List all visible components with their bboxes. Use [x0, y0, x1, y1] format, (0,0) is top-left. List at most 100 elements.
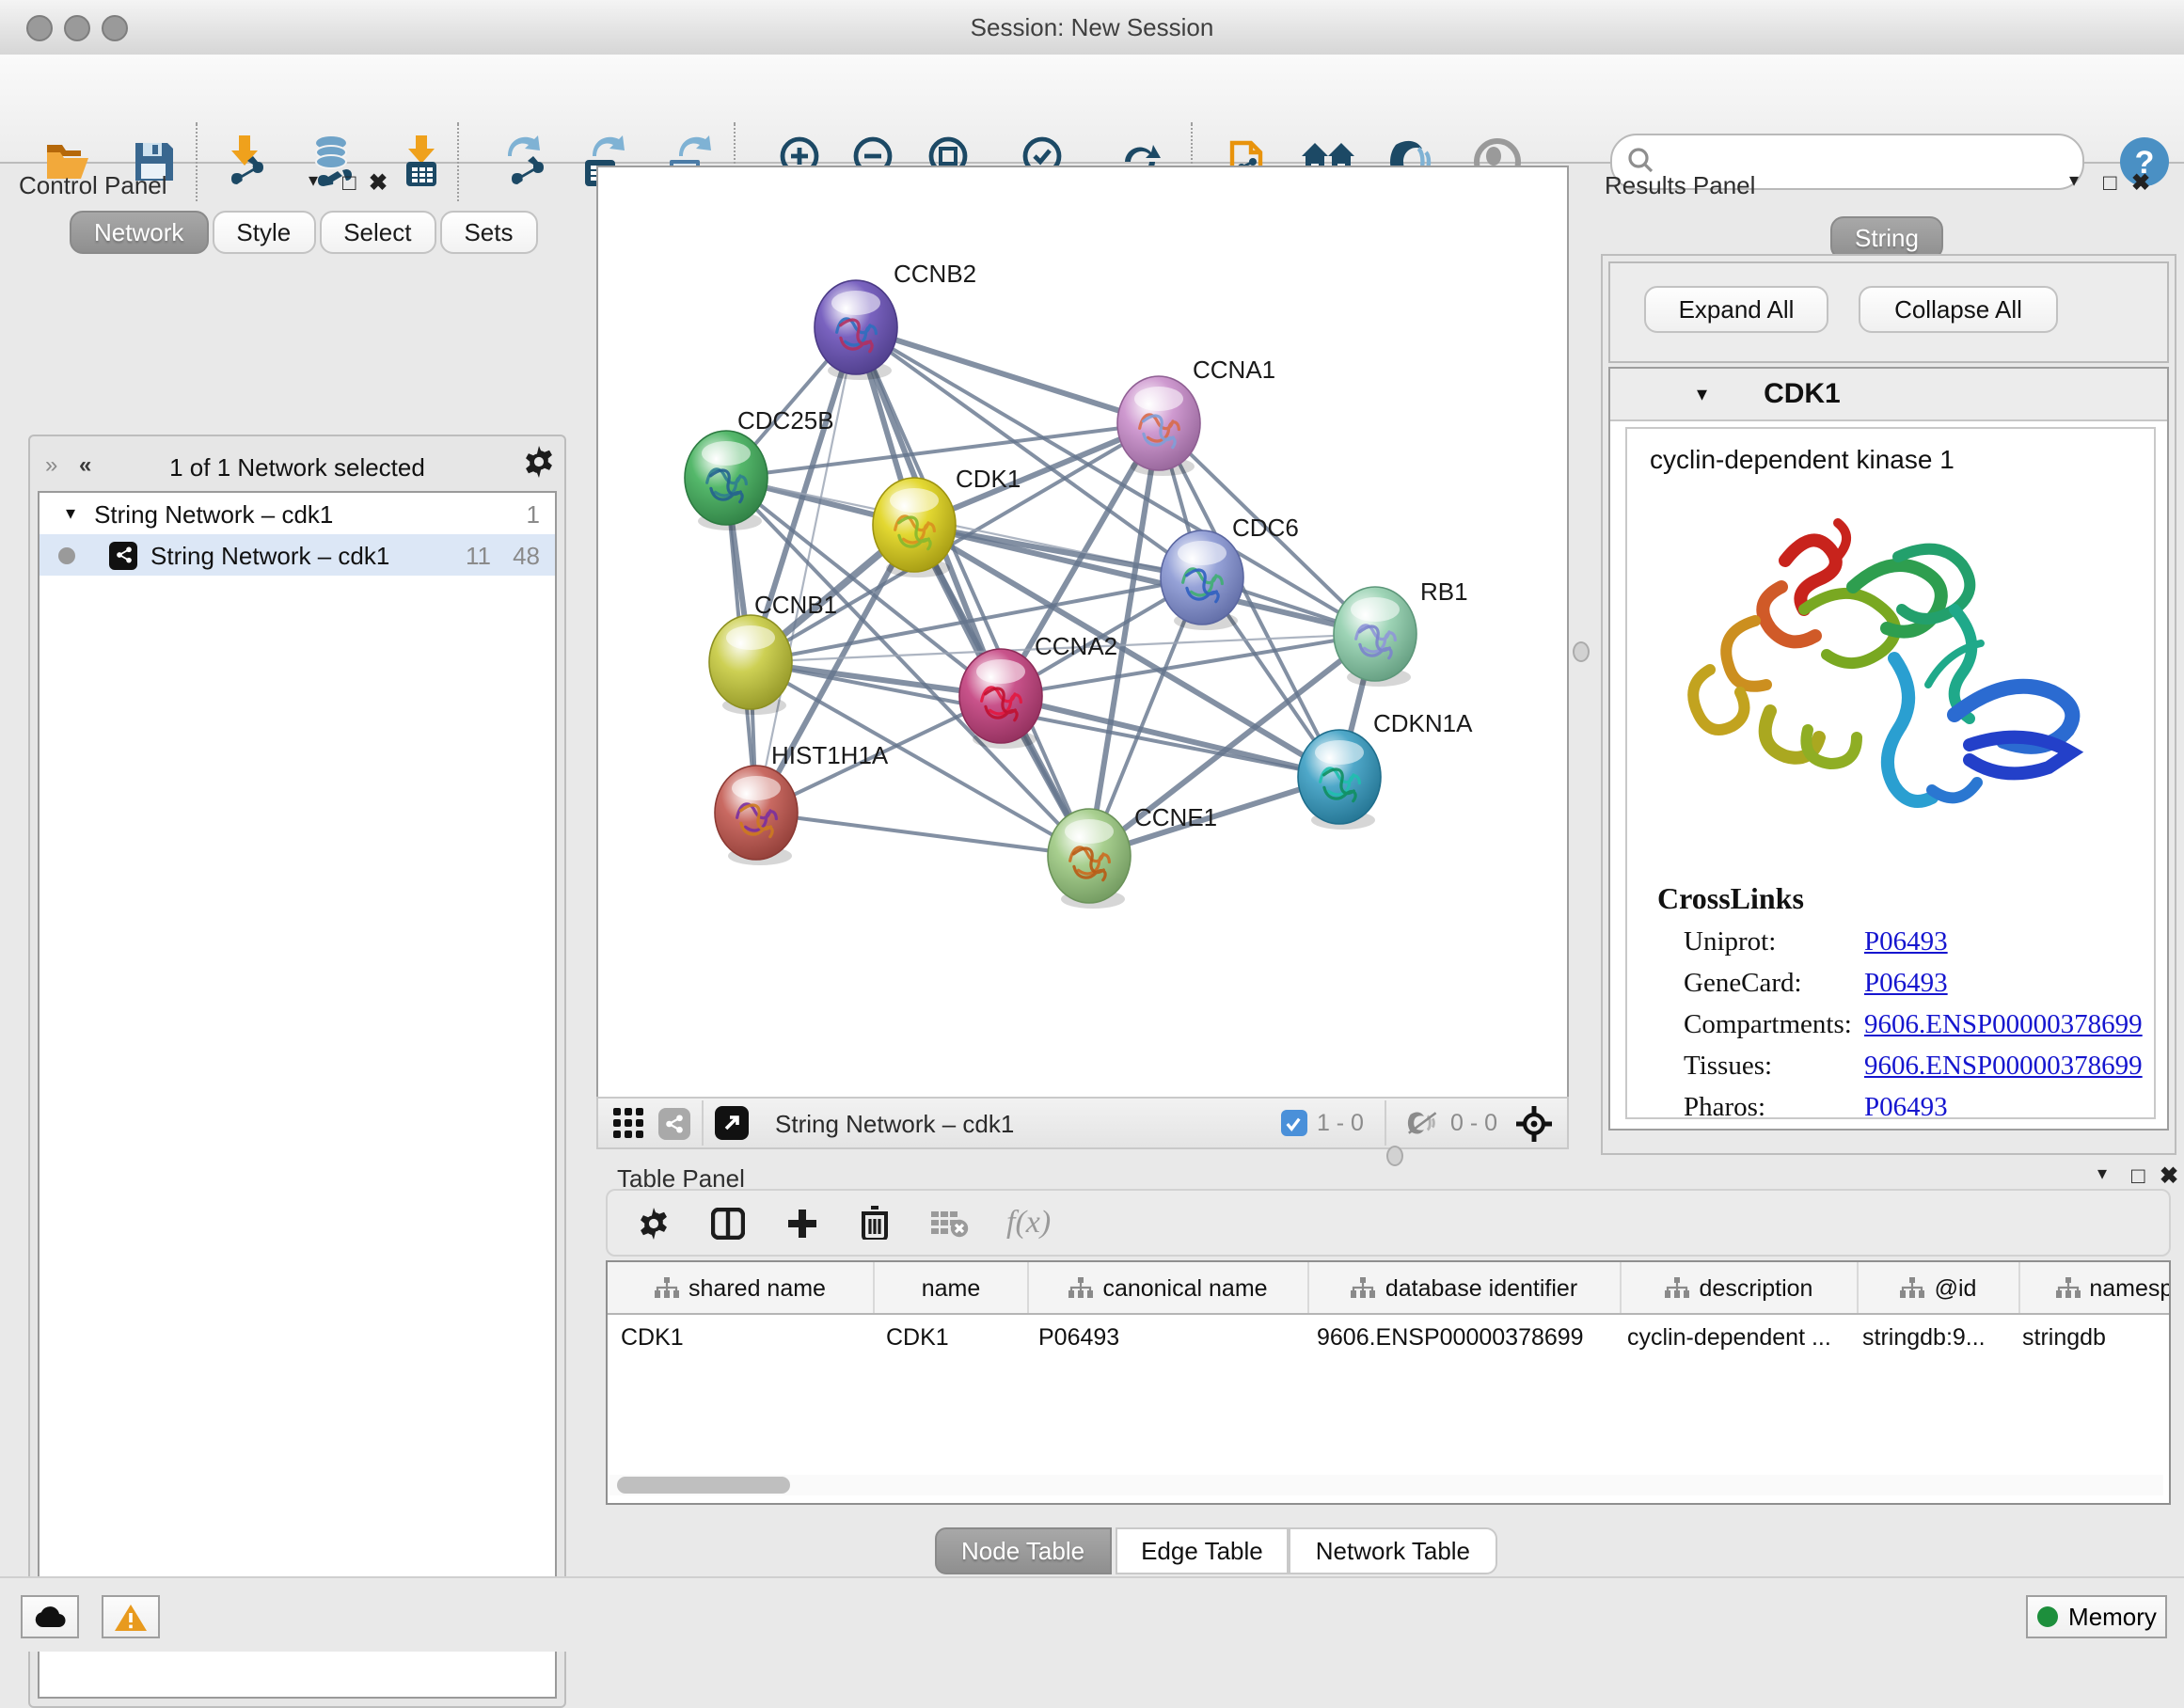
network-label: String Network – cdk1 — [150, 541, 389, 569]
crosslink-row: Pharos:P06493 — [1684, 1093, 2154, 1119]
table-cell[interactable]: stringdb:9... — [1849, 1324, 2009, 1351]
crosslinks-title: CrossLinks — [1657, 884, 2154, 918]
birds-eye-view-icon[interactable] — [613, 1108, 643, 1138]
tab-select[interactable]: Select — [319, 211, 435, 254]
panel-menu-icon[interactable]: ▾ — [309, 171, 318, 192]
node-CDKN1A[interactable]: CDKN1A — [1298, 709, 1473, 830]
node-table[interactable]: shared name name canonical name database id… — [606, 1260, 2171, 1505]
horizontal-scrollbar-thumb[interactable] — [617, 1477, 790, 1494]
column-header-label: description — [1700, 1274, 1813, 1301]
selected-checkbox-icon[interactable] — [1281, 1110, 1307, 1136]
column-header-label: @id — [1935, 1274, 1977, 1301]
table-tabs: Node TableEdge TableNetwork Table — [935, 1527, 1496, 1574]
title-bar: Session: New Session — [0, 0, 2184, 56]
node-label-CCNA1: CCNA1 — [1193, 356, 1275, 384]
float-panel-icon[interactable]: □ — [2131, 1162, 2145, 1189]
vertical-splitter-handle[interactable] — [1573, 641, 1590, 662]
open-in-new-window-icon[interactable] — [715, 1106, 749, 1140]
close-panel-icon[interactable]: ✖ — [369, 169, 388, 196]
table-cell[interactable]: cyclin-dependent ... — [1614, 1324, 1849, 1351]
tab-node-table[interactable]: Node Table — [935, 1527, 1111, 1574]
edge-CCNB2-CCNE1[interactable] — [856, 327, 1089, 856]
node-label-RB1: RB1 — [1420, 577, 1468, 606]
separator — [702, 1100, 704, 1146]
table-cell[interactable]: CDK1 — [608, 1324, 873, 1351]
tab-network[interactable]: Network — [70, 211, 208, 254]
column-header-shared-name[interactable]: shared name — [608, 1262, 875, 1313]
crosslink-link[interactable]: P06493 — [1864, 1093, 1948, 1119]
cdk1-result-section: ▾ CDK1 cyclin-dependent kinase 1 — [1608, 367, 2169, 1131]
section-collapse-icon[interactable]: ▾ — [1697, 382, 1707, 406]
string-network-graph[interactable]: CCNB2CCNA1CDC25BCDK1CDC6RB1CCNB1CCNA2CDK… — [598, 167, 1567, 1097]
window-title: Session: New Session — [0, 13, 2184, 41]
collapse-all-button[interactable]: Collapse All — [1859, 286, 2058, 333]
node-HIST1H1A[interactable]: HIST1H1A — [715, 741, 889, 865]
column-header-label: namespace — [2089, 1274, 2171, 1301]
crosslink-link[interactable]: P06493 — [1864, 969, 1948, 1001]
crosslink-row: GeneCard:P06493 — [1684, 969, 2154, 1001]
edge-HIST1H1A-CCNE1[interactable] — [756, 813, 1089, 856]
float-panel-icon[interactable]: □ — [2103, 169, 2117, 196]
table-cell[interactable]: stringdb — [2009, 1324, 2171, 1351]
table-cell[interactable]: P06493 — [1025, 1324, 1304, 1351]
column-header--id[interactable]: @id — [1859, 1262, 2020, 1313]
float-panel-icon[interactable]: □ — [342, 169, 356, 196]
memory-label: Memory — [2068, 1603, 2157, 1631]
table-row[interactable]: CDK1CDK1P064939606.ENSP00000378699cyclin… — [608, 1315, 2169, 1360]
memory-button[interactable]: Memory — [2026, 1595, 2167, 1638]
expand-all-button[interactable]: Expand All — [1644, 286, 1828, 333]
tab-edge-table[interactable]: Edge Table — [1115, 1527, 1290, 1574]
node-label-CCNB2: CCNB2 — [894, 260, 976, 288]
crosslink-link[interactable]: 9606.ENSP00000378699 — [1864, 1010, 2143, 1042]
column-header-label: name — [922, 1274, 981, 1301]
edge-CCNB2-RB1[interactable] — [856, 327, 1375, 634]
cdk1-section-title: CDK1 — [1764, 378, 1841, 410]
column-header-canonical-name[interactable]: canonical name — [1029, 1262, 1309, 1313]
network-row[interactable]: String Network – cdk1 11 48 — [40, 534, 555, 576]
table-cell[interactable]: CDK1 — [873, 1324, 1025, 1351]
table-cell[interactable]: 9606.ENSP00000378699 — [1304, 1324, 1614, 1351]
column-header-namespace[interactable]: namespace — [2020, 1262, 2171, 1313]
node-label-HIST1H1A: HIST1H1A — [771, 741, 889, 769]
cdk1-section-header[interactable]: ▾ CDK1 — [1610, 369, 2167, 421]
crosslink-link[interactable]: 9606.ENSP00000378699 — [1864, 1052, 2143, 1083]
tab-network-table[interactable]: Network Table — [1290, 1527, 1496, 1574]
hidden-eye-icon[interactable] — [1407, 1110, 1441, 1136]
panel-menu-icon[interactable]: ▾ — [2069, 171, 2079, 192]
cloud-icon — [33, 1605, 67, 1628]
crosslink-link[interactable]: P06493 — [1864, 927, 1948, 959]
column-header-label: database identifier — [1385, 1274, 1577, 1301]
tab-style[interactable]: Style — [212, 211, 315, 254]
column-header-database-identifier[interactable]: database identifier — [1309, 1262, 1622, 1313]
warnings-button[interactable] — [102, 1595, 160, 1638]
cloud-button[interactable] — [21, 1595, 79, 1638]
close-panel-icon[interactable]: ✖ — [2131, 169, 2150, 196]
horizontal-scrollbar[interactable] — [609, 1475, 2163, 1495]
column-header-name[interactable]: name — [875, 1262, 1029, 1313]
delete-column-trash-icon[interactable] — [860, 1206, 890, 1240]
node-label-CCNE1: CCNE1 — [1134, 803, 1217, 831]
delete-table-icon — [931, 1209, 969, 1237]
network-collection-row[interactable]: ▾ String Network – cdk1 1 — [40, 493, 555, 534]
panel-menu-icon[interactable]: ▾ — [2097, 1164, 2107, 1185]
network-view-toolbar: String Network – cdk1 1 - 0 0 - 0 — [596, 1097, 1569, 1149]
create-column-plus-icon[interactable] — [786, 1207, 818, 1239]
crosslink-row: Uniprot:P06493 — [1684, 927, 2154, 959]
network-share-icon[interactable] — [658, 1107, 690, 1139]
show-column-icon[interactable] — [711, 1207, 745, 1239]
edge-CCNA2-CDKN1A[interactable] — [1001, 696, 1339, 777]
edge-CCNB2-CCNA1[interactable] — [856, 327, 1159, 423]
network-options-gear-icon[interactable] — [523, 446, 555, 478]
network-canvas[interactable]: CCNB2CCNA1CDC25BCDK1CDC6RB1CCNB1CCNA2CDK… — [596, 166, 1569, 1099]
network-edge-count: 48 — [513, 541, 540, 569]
fit-selected-crosshair-icon[interactable] — [1516, 1105, 1552, 1141]
close-panel-icon[interactable]: ✖ — [2160, 1162, 2178, 1189]
node-CCNB2[interactable]: CCNB2 — [815, 260, 976, 380]
node-label-CCNB1: CCNB1 — [754, 591, 837, 619]
tab-sets[interactable]: Sets — [439, 211, 537, 254]
node-RB1[interactable]: RB1 — [1334, 577, 1468, 687]
crosslink-label: Pharos: — [1684, 1093, 1864, 1119]
table-options-gear-icon[interactable] — [638, 1207, 670, 1239]
collection-expand-icon[interactable]: ▾ — [66, 503, 75, 524]
column-header-description[interactable]: description — [1622, 1262, 1859, 1313]
